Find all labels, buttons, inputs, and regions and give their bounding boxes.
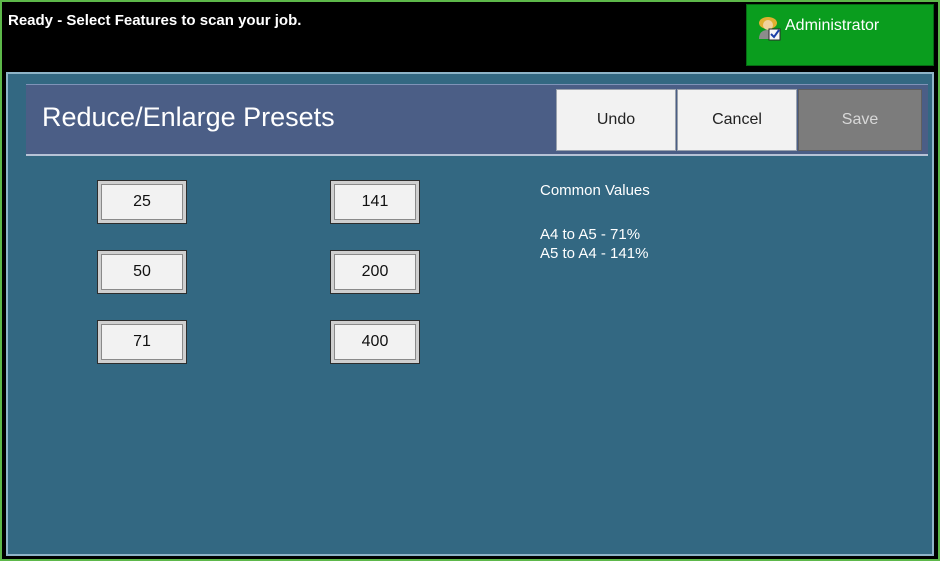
preset-button-200[interactable]: 200	[330, 250, 420, 294]
preset-button-50[interactable]: 50	[97, 250, 187, 294]
status-message: Ready - Select Features to scan your job…	[8, 12, 302, 29]
screen-frame: Ready - Select Features to scan your job…	[0, 0, 940, 561]
main-panel: Reduce/Enlarge Presets Undo Cancel Save …	[6, 72, 934, 556]
header-bar: Reduce/Enlarge Presets Undo Cancel Save	[26, 84, 928, 156]
preset-label: 200	[334, 254, 416, 290]
status-bar: Ready - Select Features to scan your job…	[2, 2, 938, 70]
preset-button-141[interactable]: 141	[330, 180, 420, 224]
common-values-heading: Common Values	[540, 182, 650, 199]
preset-button-71[interactable]: 71	[97, 320, 187, 364]
undo-button[interactable]: Undo	[556, 89, 676, 151]
administrator-button[interactable]: Administrator	[746, 4, 934, 66]
preset-label: 50	[101, 254, 183, 290]
preset-label: 141	[334, 184, 416, 220]
common-value-a5-a4: A5 to A4 - 141%	[540, 245, 649, 262]
preset-label: 25	[101, 184, 183, 220]
preset-label: 400	[334, 324, 416, 360]
page-title: Reduce/Enlarge Presets	[42, 102, 335, 132]
cancel-button[interactable]: Cancel	[677, 89, 797, 151]
preset-button-400[interactable]: 400	[330, 320, 420, 364]
administrator-label: Administrator	[785, 17, 880, 34]
preset-button-25[interactable]: 25	[97, 180, 187, 224]
preset-label: 71	[101, 324, 183, 360]
administrator-icon	[759, 17, 781, 41]
common-value-a4-a5: A4 to A5 - 71%	[540, 226, 641, 243]
save-button[interactable]: Save	[798, 89, 922, 151]
